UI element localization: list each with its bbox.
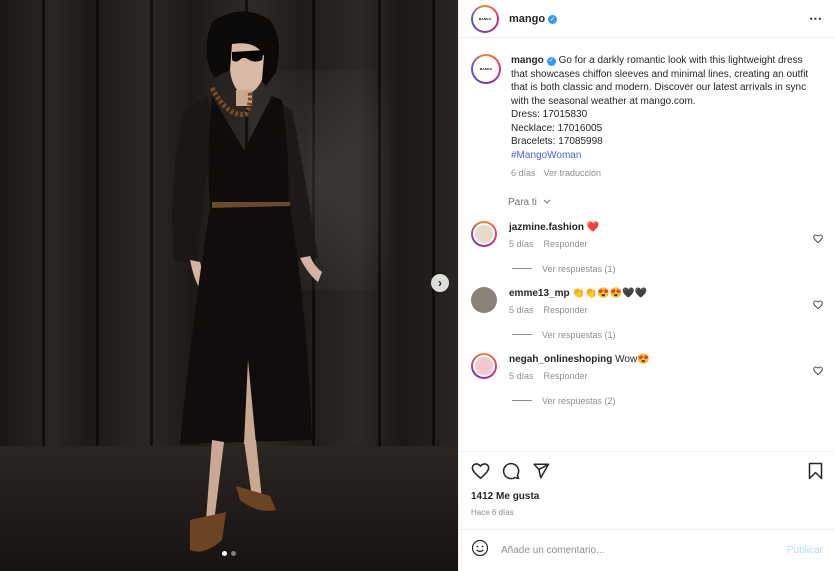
caption-text: Go for a darkly romantic look with this … xyxy=(511,55,809,107)
view-replies-button[interactable]: Ver respuestas (1) xyxy=(459,251,835,274)
header-username[interactable]: mango ✓ xyxy=(509,12,558,25)
reply-button[interactable]: Responder xyxy=(544,239,588,249)
emoji-icon[interactable] xyxy=(471,539,489,562)
caption-avatar-logo: MANGO xyxy=(473,56,499,82)
comment-text: Wow😍 xyxy=(615,353,650,365)
add-comment-bar: Publicar xyxy=(459,529,835,571)
caption: MANGO mango ✓ Go for a darkly romantic lo… xyxy=(459,38,835,181)
caption-meta: 6 días Ver traducción xyxy=(511,167,811,181)
carousel-dot-active xyxy=(222,551,227,556)
comment-username[interactable]: jazmine.fashion xyxy=(509,222,584,233)
publish-button[interactable]: Publicar xyxy=(787,545,823,556)
view-replies-label: Ver respuestas (1) xyxy=(542,263,616,274)
avatar-logo: MANGO xyxy=(473,6,497,31)
caption-age: 6 días xyxy=(511,168,536,178)
comment-item: negah_onlineshoping Wow😍 5 días Responder xyxy=(459,340,835,383)
comment-icon[interactable] xyxy=(502,462,520,480)
replies-line xyxy=(512,400,532,401)
caption-avatar[interactable]: MANGO xyxy=(471,54,501,84)
comment-text: 👏👏😍😍🖤🖤 xyxy=(572,287,648,299)
reply-button[interactable]: Responder xyxy=(544,305,588,315)
comment-text: ❤️ xyxy=(586,221,600,233)
verified-badge-icon: ✓ xyxy=(546,57,556,67)
header-username-text: mango xyxy=(509,12,546,25)
carousel-dot xyxy=(231,551,236,556)
comment-like-icon[interactable] xyxy=(813,300,823,309)
comment-body: jazmine.fashion ❤️ 5 días Responder xyxy=(509,221,799,251)
view-replies-label: Ver respuestas (1) xyxy=(542,329,616,340)
more-options-icon[interactable]: ⋯ xyxy=(809,11,823,27)
comment-item: emme13_mp 👏👏😍😍🖤🖤 5 días Responder xyxy=(459,274,835,317)
post-media[interactable]: › xyxy=(0,0,458,571)
reply-button[interactable]: Responder xyxy=(544,371,588,381)
avatar[interactable]: MANGO xyxy=(471,4,499,33)
paper-plane-icon[interactable] xyxy=(532,462,550,480)
comment-filter[interactable]: Para ti xyxy=(459,181,835,208)
hashtag-link[interactable]: #MangoWoman xyxy=(511,149,811,163)
bookmark-icon[interactable] xyxy=(808,462,823,480)
view-replies-button[interactable]: Ver respuestas (1) xyxy=(459,317,835,340)
view-replies-label: Ver respuestas (2) xyxy=(542,395,616,406)
see-translation-link[interactable]: Ver traducción xyxy=(544,168,602,178)
carousel-dots xyxy=(222,551,236,556)
action-bar xyxy=(459,451,835,489)
comment-body: emme13_mp 👏👏😍😍🖤🖤 5 días Responder xyxy=(509,287,799,317)
post-header: MANGO mango ✓ ⋯ xyxy=(459,0,835,38)
chevron-down-icon xyxy=(543,199,551,204)
product-dress: Dress: 17015830 xyxy=(511,109,588,120)
view-replies-button[interactable]: Ver respuestas (2) xyxy=(459,383,835,406)
model-figure xyxy=(172,11,322,552)
comment-age: 5 días xyxy=(509,238,534,249)
comment-username[interactable]: negah_onlineshoping xyxy=(509,354,612,365)
likes-count[interactable]: 1412 Me gusta xyxy=(471,491,539,502)
comment-age: 5 días xyxy=(509,304,534,315)
comment-input[interactable] xyxy=(501,545,787,556)
comment-like-icon[interactable] xyxy=(813,366,823,375)
comments-scroll[interactable]: MANGO mango ✓ Go for a darkly romantic lo… xyxy=(459,38,835,451)
carousel-next-button[interactable]: › xyxy=(431,274,449,292)
replies-line xyxy=(512,334,532,335)
replies-line xyxy=(512,268,532,269)
comment-item: jazmine.fashion ❤️ 5 días Responder xyxy=(459,208,835,251)
verified-badge-icon: ✓ xyxy=(548,14,558,24)
comment-age: 5 días xyxy=(509,370,534,381)
caption-body: mango ✓ Go for a darkly romantic look wit… xyxy=(511,54,811,181)
comment-username[interactable]: emme13_mp xyxy=(509,288,570,299)
posted-time: Hace 6 días xyxy=(471,508,514,517)
post-panel: MANGO mango ✓ ⋯ MANGO mango ✓ Go for a dar… xyxy=(458,0,835,571)
comment-avatar[interactable] xyxy=(471,286,497,313)
product-necklace: Necklace: 17016005 xyxy=(511,122,603,134)
comment-meta: 5 días Responder xyxy=(509,370,799,383)
comment-meta: 5 días Responder xyxy=(509,304,799,317)
comment-meta: 5 días Responder xyxy=(509,238,799,251)
caption-username[interactable]: mango xyxy=(511,55,544,66)
comment-avatar[interactable] xyxy=(471,220,497,247)
comment-like-icon[interactable] xyxy=(813,234,823,243)
product-bracelets: Bracelets: 17085998 xyxy=(511,136,603,147)
heart-icon[interactable] xyxy=(471,462,490,479)
comment-avatar[interactable] xyxy=(471,352,497,379)
comment-body: negah_onlineshoping Wow😍 5 días Responder xyxy=(509,353,799,383)
comment-filter-label: Para ti xyxy=(508,196,537,208)
